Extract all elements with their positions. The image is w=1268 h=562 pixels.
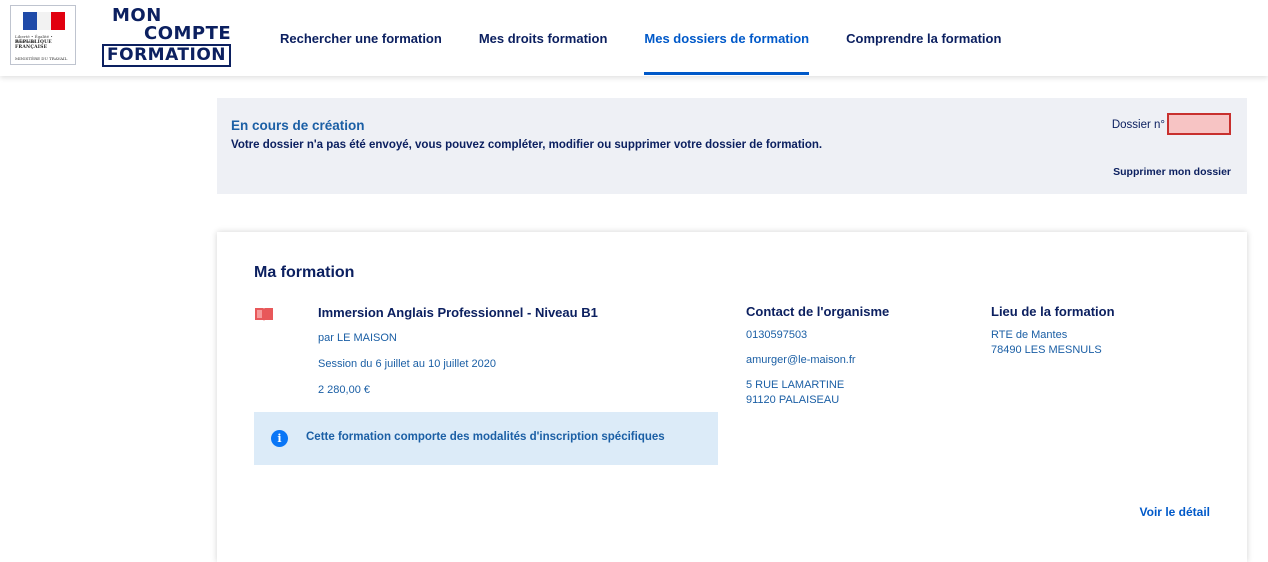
main-nav: Rechercher une formation Mes droits form… bbox=[280, 0, 1038, 76]
contact-phone[interactable]: 0130597503 bbox=[746, 329, 807, 341]
book-icon bbox=[255, 308, 273, 321]
dossier-number-label: Dossier n° bbox=[1111, 119, 1165, 131]
lieu-address-line1: RTE de Mantes bbox=[991, 329, 1068, 341]
info-icon: i bbox=[271, 430, 288, 447]
contact-address-line2: 91120 PALAISEAU bbox=[746, 394, 840, 406]
formation-name: Immersion Anglais Professionnel - Niveau… bbox=[318, 305, 598, 320]
site-header: Liberté • Égalité • Fraternité RÉPUBLIQU… bbox=[0, 0, 1268, 76]
voir-detail-link[interactable]: Voir le détail bbox=[1140, 505, 1210, 519]
contact-title: Contact de l'organisme bbox=[746, 304, 890, 319]
nav-mes-dossiers-formation[interactable]: Mes dossiers de formation bbox=[644, 0, 809, 76]
contact-email[interactable]: amurger@le-maison.fr bbox=[746, 354, 856, 366]
info-notice-text: Cette formation comporte des modalités d… bbox=[306, 431, 665, 443]
republique-francaise-logo[interactable]: Liberté • Égalité • Fraternité RÉPUBLIQU… bbox=[10, 5, 76, 65]
nav-comprendre-formation[interactable]: Comprendre la formation bbox=[846, 0, 1001, 76]
delete-dossier-link[interactable]: Supprimer mon dossier bbox=[1113, 166, 1231, 178]
brand-line-3: FORMATION bbox=[102, 44, 232, 67]
lieu-title: Lieu de la formation bbox=[991, 304, 1115, 319]
formation-card: Ma formation Immersion Anglais Professio… bbox=[217, 232, 1247, 562]
status-title: En cours de création bbox=[231, 118, 365, 133]
dossier-number-redacted bbox=[1167, 113, 1231, 135]
info-notice: i Cette formation comporte des modalités… bbox=[254, 412, 718, 465]
nav-mes-droits-formation[interactable]: Mes droits formation bbox=[479, 0, 608, 76]
lieu-address-line2: 78490 LES MESNULS bbox=[991, 344, 1102, 356]
nav-rechercher-formation[interactable]: Rechercher une formation bbox=[280, 0, 442, 76]
logo-ministere: MINISTÈRE DU TRAVAIL bbox=[15, 56, 68, 61]
contact-address-line1: 5 RUE LAMARTINE bbox=[746, 379, 845, 391]
mon-compte-formation-logo[interactable]: MON COMPTE FORMATION bbox=[102, 4, 232, 67]
formation-price: 2 280,00 € bbox=[318, 384, 370, 396]
logo-republique: RÉPUBLIQUE FRANÇAISE bbox=[15, 40, 52, 50]
dossier-status-banner: En cours de création Votre dossier n'a p… bbox=[217, 98, 1247, 194]
french-flag-icon bbox=[23, 12, 65, 30]
formation-session: Session du 6 juillet au 10 juillet 2020 bbox=[318, 358, 496, 370]
status-description: Votre dossier n'a pas été envoyé, vous p… bbox=[231, 139, 823, 151]
formation-organisme: par LE MAISON bbox=[318, 332, 397, 344]
section-title: Ma formation bbox=[254, 264, 355, 281]
brand-line-2: COMPTE bbox=[144, 23, 232, 44]
